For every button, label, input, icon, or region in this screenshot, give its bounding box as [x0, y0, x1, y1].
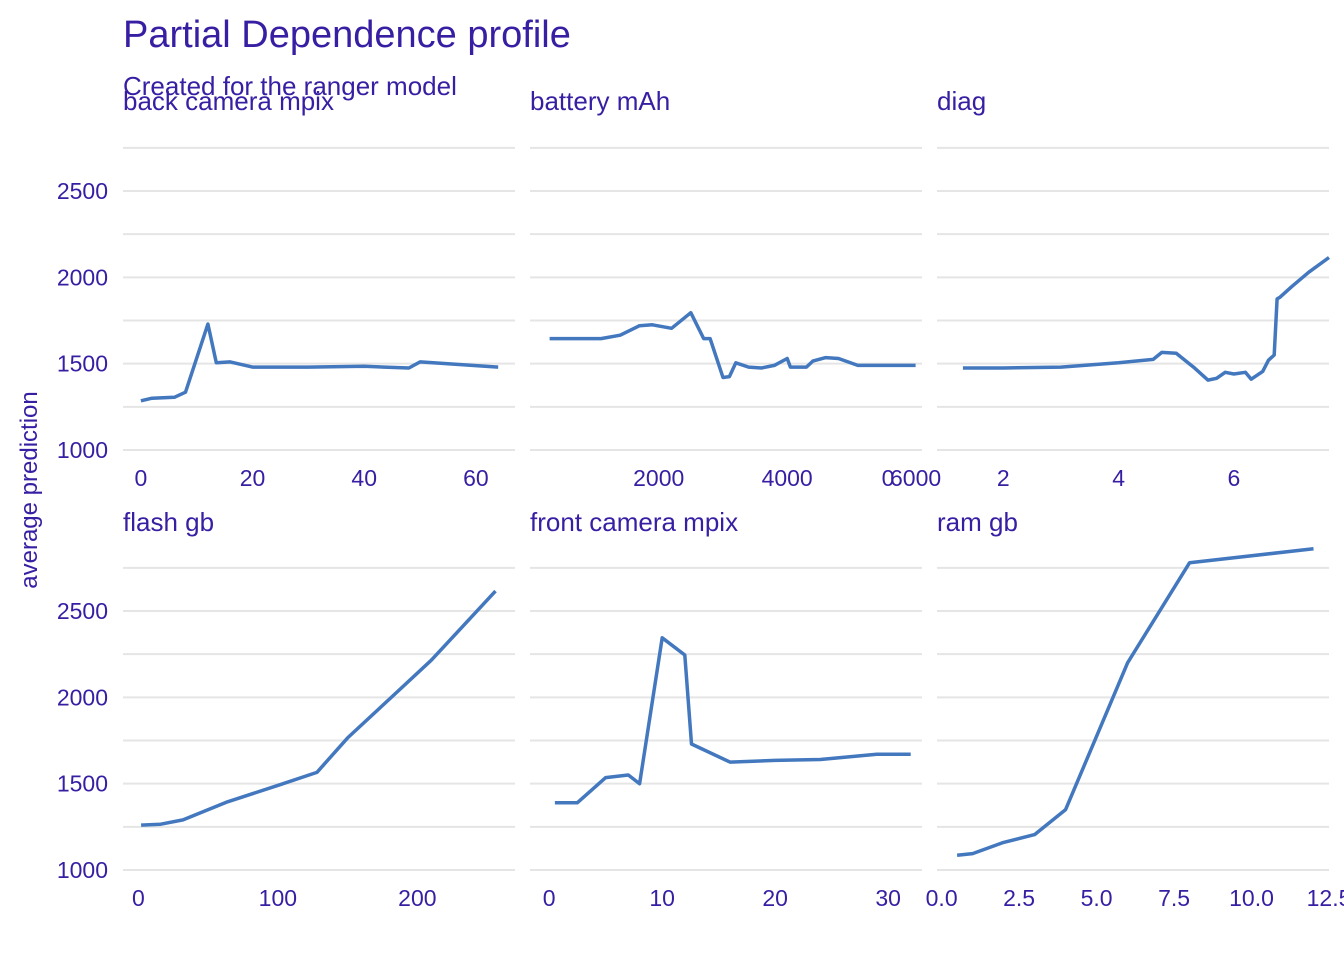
y-tick-label: 1500: [57, 771, 108, 797]
pd-line-front_camera_mpix: [554, 636, 911, 805]
y-tick-label: 2000: [57, 264, 108, 290]
x-tick-label: 30: [875, 885, 901, 911]
x-tick-label: 7.5: [1158, 885, 1190, 911]
x-tick-label: 20: [762, 885, 788, 911]
x-tick-label: 10.0: [1229, 885, 1274, 911]
pd-line-flash_gb: [141, 589, 497, 827]
x-tick-label: 6000: [890, 465, 941, 491]
x-tick-label: 12.5: [1307, 885, 1344, 911]
x-tick-label: 6: [1227, 465, 1240, 491]
x-tick-label: 2.5: [1003, 885, 1035, 911]
x-tick-label: 0: [134, 465, 147, 491]
x-tick-label: 2000: [633, 465, 684, 491]
y-tick-label: 2000: [57, 684, 108, 710]
panel-title-back_camera_mpix: back camera mpix: [123, 86, 334, 116]
pd-line-ram_gb: [956, 547, 1314, 858]
x-tick-label: 0: [543, 885, 556, 911]
pd-line-battery_mAh: [549, 310, 916, 380]
x-tick-label: 20: [240, 465, 266, 491]
y-tick-label: 1000: [57, 857, 108, 883]
x-tick-label: 40: [351, 465, 377, 491]
pd-line-back_camera_mpix: [140, 322, 499, 403]
y-tick-label: 2500: [57, 598, 108, 624]
panel-title-ram_gb: ram gb: [937, 507, 1018, 537]
panel-title-battery_mAh: battery mAh: [530, 86, 670, 116]
x-tick-label: 10: [649, 885, 675, 911]
y-tick-label: 1000: [57, 437, 108, 463]
x-tick-label: 2: [997, 465, 1010, 491]
x-tick-label: 4000: [762, 465, 813, 491]
pd-line-diag: [962, 256, 1331, 382]
x-tick-label: 4: [1112, 465, 1125, 491]
panel-title-front_camera_mpix: front camera mpix: [530, 507, 738, 537]
x-tick-label: 5.0: [1081, 885, 1113, 911]
y-tick-label: 2500: [57, 178, 108, 204]
panel-title-flash_gb: flash gb: [123, 507, 214, 537]
x-tick-label: 0: [132, 885, 145, 911]
x-tick-label: 200: [398, 885, 436, 911]
x-tick-label: 60: [463, 465, 489, 491]
panel-title-diag: diag: [937, 86, 986, 116]
facet-plot: back camera mpix10001500200025000 20 40 60b…: [57, 86, 1344, 911]
x-tick-label: 0: [882, 465, 895, 491]
x-tick-label: 0.0: [926, 885, 958, 911]
y-tick-label: 1500: [57, 351, 108, 377]
x-tick-label: 100: [259, 885, 297, 911]
